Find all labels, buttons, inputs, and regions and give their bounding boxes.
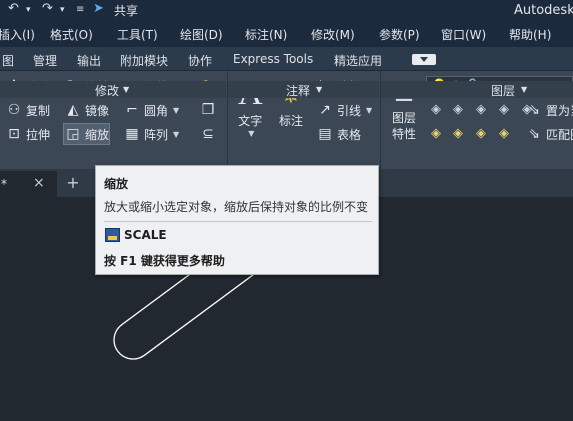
share-icon[interactable]: ➤ xyxy=(93,1,104,16)
tab-manage[interactable]: 管理 xyxy=(33,52,57,69)
document-tab-label: * xyxy=(1,177,7,191)
layer-tool-icon[interactable]: ◈ xyxy=(431,102,441,117)
menu-modify[interactable]: 修改(M) xyxy=(311,26,355,43)
fillet-tool[interactable]: ⌐ 圆角 ▼ xyxy=(123,100,179,120)
leader-tool[interactable]: ↗ 引线 ▼ xyxy=(316,100,372,120)
menu-tools[interactable]: 工具(T) xyxy=(117,26,158,43)
stretch-icon: ⊡ xyxy=(8,126,20,142)
leader-icon: ↗ xyxy=(319,102,331,118)
tooltip-divider xyxy=(104,221,372,222)
menu-dimension[interactable]: 标注(N) xyxy=(245,26,287,43)
menu-format[interactable]: 格式(O) xyxy=(50,26,93,43)
match-layer-tool[interactable]: ⇘ 匹配图 xyxy=(525,124,573,144)
layer-tool-icon[interactable]: ◈ xyxy=(453,102,463,117)
new-tab-button[interactable]: + xyxy=(63,174,83,192)
offset-tool[interactable]: ⊆ xyxy=(199,124,217,144)
annotate-panel-expand-icon[interactable]: ▼ xyxy=(316,85,322,94)
layer-panel-footer xyxy=(381,81,573,98)
copy-icon: ⚇ xyxy=(7,102,21,118)
explode-icon: ❒ xyxy=(201,102,215,118)
ribbon-tab-bar: 图 管理 输出 附加模块 协作 Express Tools 精选应用 xyxy=(0,47,573,71)
array-tool[interactable]: ▦ 阵列 ▼ xyxy=(123,124,179,144)
tab-featured-apps[interactable]: 精选应用 xyxy=(334,52,382,69)
menu-parametric[interactable]: 参数(P) xyxy=(379,26,420,43)
menu-draw[interactable]: 绘图(D) xyxy=(180,26,223,43)
redo-icon[interactable]: ↷ xyxy=(42,1,53,16)
match-layer-icon: ⇘ xyxy=(528,126,540,142)
tooltip-command: SCALE xyxy=(124,228,167,242)
undo-dropdown-icon[interactable]: ▾ xyxy=(26,5,31,15)
fillet-icon: ⌐ xyxy=(126,102,138,118)
modify-panel-expand-icon[interactable]: ▼ xyxy=(123,85,129,94)
ribbon-tab-dropdown[interactable] xyxy=(412,54,436,65)
modify-panel-title[interactable]: 修改 xyxy=(95,82,119,99)
menu-insert[interactable]: 插入(I) xyxy=(0,26,35,43)
tooltip-description: 放大或缩小选定对象，缩放后保持对象的比例不变 xyxy=(104,200,369,214)
layer-tool-icon[interactable]: ◈ xyxy=(453,126,463,141)
quick-access-toolbar: ↶ ▾ ↷ ▾ ≡ ➤ 共享 Autodesk xyxy=(0,0,573,22)
table-tool[interactable]: ▤ 表格 xyxy=(316,124,361,144)
tooltip-title: 缩放 xyxy=(104,177,129,191)
app-title: Autodesk xyxy=(514,3,573,18)
tab-output[interactable]: 输出 xyxy=(77,52,101,69)
copy-tool[interactable]: ⚇ 复制 xyxy=(5,100,50,120)
tab-view[interactable]: 图 xyxy=(2,52,14,69)
scale-tooltip: 缩放 放大或缩小选定对象，缩放后保持对象的比例不变 SCALE 按 F1 键获得… xyxy=(95,165,379,275)
leader-dropdown-icon[interactable]: ▼ xyxy=(366,106,372,115)
mirror-tool[interactable]: ◭ 镜像 xyxy=(64,100,109,120)
customize-qat-icon[interactable]: ≡ xyxy=(76,4,84,15)
array-dropdown-icon[interactable]: ▼ xyxy=(173,130,179,139)
table-icon: ▤ xyxy=(318,126,332,142)
layer-tool-icon[interactable]: ◈ xyxy=(499,126,509,141)
menu-bar: 插入(I) 格式(O) 工具(T) 绘图(D) 标注(N) 修改(M) 参数(P… xyxy=(0,22,573,47)
document-tab[interactable]: * × xyxy=(0,171,57,197)
mirror-icon: ◭ xyxy=(67,102,79,118)
fillet-dropdown-icon[interactable]: ▼ xyxy=(173,106,179,115)
menu-help[interactable]: 帮助(H) xyxy=(509,26,551,43)
tab-express-tools[interactable]: Express Tools xyxy=(233,52,313,66)
layer-tool-icon[interactable]: ◈ xyxy=(476,102,486,117)
layer-panel-expand-icon[interactable]: ▼ xyxy=(521,85,527,94)
command-icon xyxy=(105,228,120,242)
layer-tool-icon[interactable]: ◈ xyxy=(499,102,509,117)
redo-dropdown-icon[interactable]: ▾ xyxy=(60,5,65,15)
scale-tool[interactable]: ◲ 缩放 xyxy=(62,123,111,145)
set-current-icon: ⇘ xyxy=(528,102,540,118)
text-dropdown-icon[interactable]: ▼ xyxy=(248,129,254,138)
layer-tool-icon[interactable]: ◈ xyxy=(431,126,441,141)
tooltip-help: 按 F1 键获得更多帮助 xyxy=(104,254,225,268)
set-current-layer-tool[interactable]: ⇘ 置为当 xyxy=(525,100,573,120)
layer-tool-icon[interactable]: ◈ xyxy=(476,126,486,141)
stretch-tool[interactable]: ⊡ 拉伸 xyxy=(5,124,50,144)
tab-addins[interactable]: 附加模块 xyxy=(120,52,168,69)
offset-icon: ⊆ xyxy=(202,126,214,142)
layer-panel-title[interactable]: 图层 xyxy=(491,82,515,99)
annotate-panel-title[interactable]: 注释 xyxy=(286,82,310,99)
array-icon: ▦ xyxy=(125,126,139,142)
undo-icon[interactable]: ↶ xyxy=(8,1,19,16)
menu-window[interactable]: 窗口(W) xyxy=(441,26,486,43)
share-button[interactable]: 共享 xyxy=(114,2,138,19)
explode-tool[interactable]: ❒ xyxy=(199,100,217,120)
close-icon[interactable]: × xyxy=(33,175,45,191)
tab-collaborate[interactable]: 协作 xyxy=(188,52,212,69)
scale-icon: ◲ xyxy=(66,126,80,142)
